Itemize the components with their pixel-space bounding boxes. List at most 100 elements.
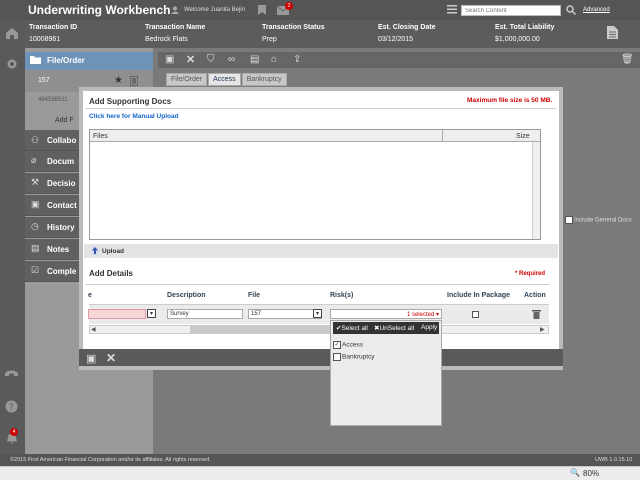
modal-title: Add Supporting Docs — [89, 97, 172, 106]
include-package-column-header: Include In Package — [447, 292, 511, 299]
alert-badge: 4 — [10, 428, 18, 436]
tab-bankruptcy[interactable]: Bankruptcy — [241, 73, 287, 86]
scroll-left-icon[interactable]: ◀ — [91, 326, 96, 333]
risk-option-access-checkbox[interactable]: ✓ — [333, 341, 341, 349]
txn-status-value: Prep — [262, 36, 277, 43]
manual-upload-link[interactable]: Click here for Manual Upload — [89, 113, 179, 120]
risk-dropdown-header: ✔Select all ✖UnSelect all Apply — [333, 322, 439, 334]
chevron-down-icon[interactable]: ▾ — [313, 309, 322, 318]
txn-name-value: Bedrock Flats — [145, 36, 188, 43]
column-divider — [442, 130, 443, 142]
user-icon — [171, 6, 179, 14]
modal-footer — [79, 349, 563, 366]
star-icon[interactable]: ★ — [114, 75, 123, 86]
toolbar-close-icon[interactable]: ✕ — [186, 53, 195, 66]
toolbar-export-icon[interactable]: ⇪ — [293, 54, 301, 65]
chevron-down-icon[interactable]: ▾ — [147, 309, 156, 318]
apply-button[interactable]: Apply — [421, 324, 437, 331]
risks-multiselect[interactable]: 1 selected ▾ — [330, 309, 442, 319]
file-order-header[interactable]: File/Order — [25, 52, 153, 70]
files-scrollbar[interactable] — [532, 142, 540, 239]
search-icon[interactable] — [566, 5, 576, 15]
unselect-all-label: UnSelect all — [379, 325, 415, 332]
add-details-title: Add Details — [89, 269, 134, 278]
doc-small-icon[interactable] — [130, 76, 138, 86]
txn-status-header: Transaction Status — [262, 24, 325, 31]
txn-liability-header: Est. Total Liability — [495, 24, 555, 31]
risk-option-label: Access — [342, 341, 363, 349]
menu-icon[interactable] — [447, 5, 457, 14]
file-column-header: File — [248, 292, 261, 299]
order-number: 157 — [38, 77, 50, 84]
clock-icon: ◷ — [31, 221, 39, 231]
include-general-docs-label: Include General Docs — [574, 217, 632, 224]
file-select[interactable]: 157 — [248, 309, 322, 319]
document-type-select[interactable] — [88, 309, 146, 319]
toolbar-link-icon[interactable]: ∞ — [228, 54, 235, 65]
version-text: UWB 1.0.15.10 — [595, 457, 633, 463]
type-column-header: e — [88, 292, 92, 299]
copyright-text: ©2015 First American Financial Corporati… — [10, 457, 211, 463]
required-note: * Required — [515, 271, 546, 277]
gear-icon[interactable] — [6, 58, 18, 70]
tab-access[interactable]: Access — [208, 73, 241, 86]
app-title: Underwriting Workbench — [28, 3, 171, 17]
size-column-header: Size — [516, 133, 530, 140]
risk-option-bankruptcy[interactable]: Bankruptcy — [333, 353, 375, 361]
browser-status-bar: 80% 🔍 — [0, 466, 640, 480]
notes-icon: ▤ — [31, 243, 40, 253]
risks-column-header: Risk(s) — [330, 292, 354, 299]
unselect-all-button[interactable]: ✖UnSelect all — [374, 324, 414, 332]
risks-selected-text: 1 selected — [406, 312, 435, 318]
help-icon[interactable]: ? — [5, 400, 18, 413]
include-package-checkbox[interactable] — [472, 311, 479, 318]
svg-text:?: ? — [9, 403, 14, 413]
divider — [86, 108, 556, 109]
toolbar-trash-icon[interactable]: 🗑 — [621, 54, 634, 65]
upload-button[interactable]: Upload — [102, 248, 124, 255]
include-general-docs[interactable]: Include General Docs — [565, 216, 632, 224]
gavel-icon: ⚒ — [31, 177, 40, 187]
modal-save-icon[interactable]: ▣ — [86, 352, 96, 365]
toolbar-save-icon[interactable]: ▣ — [165, 54, 174, 65]
collaborate-icon: ⚇ — [31, 135, 40, 145]
contact-card-icon: ▣ — [31, 199, 40, 209]
max-file-size-note: Maximum file size is 50 MB. — [467, 97, 553, 104]
phone-icon[interactable] — [5, 370, 18, 380]
select-all-button[interactable]: ✔Select all — [336, 324, 368, 332]
advanced-search-link[interactable]: Advanced — [583, 7, 610, 13]
risk-option-label: Bankruptcy — [342, 353, 375, 361]
home-icon[interactable] — [6, 28, 18, 39]
global-search-input[interactable] — [461, 5, 561, 16]
paperclip-icon: ⌀ — [31, 155, 37, 165]
add-file-link[interactable]: Add F — [55, 117, 74, 124]
files-column-header: Files — [93, 133, 108, 140]
toolbar-shield-icon[interactable]: ⛉ — [207, 54, 215, 65]
toolbar-home-icon[interactable]: ⌂ — [271, 54, 277, 65]
txn-name-header: Transaction Name — [145, 24, 206, 31]
zoom-icon: 🔍 — [570, 468, 580, 477]
txn-liability-value: $1,000,000.00 — [495, 36, 540, 43]
tab-file-order[interactable]: File/Order — [166, 73, 208, 86]
risk-option-bankruptcy-checkbox[interactable] — [333, 353, 341, 361]
checklist-icon: ☑ — [31, 265, 40, 275]
txn-id-value: 10008961 — [29, 36, 61, 43]
txn-closing-value: 03/12/2015 — [378, 36, 414, 43]
scroll-right-icon[interactable]: ▶ — [540, 326, 545, 333]
zoom-level[interactable]: 80% — [583, 469, 599, 478]
trash-icon[interactable] — [532, 309, 541, 319]
description-column-header: Description — [167, 292, 206, 299]
toolbar-doc-icon[interactable]: ▤ — [250, 54, 259, 65]
folder-icon — [30, 56, 41, 64]
document-icon[interactable] — [607, 26, 618, 39]
divider — [86, 284, 550, 285]
upload-arrow-icon[interactable] — [91, 246, 99, 255]
description-input[interactable]: Survey — [167, 309, 243, 319]
icon-rail — [0, 20, 25, 454]
files-grid-header — [90, 130, 540, 142]
risk-option-access[interactable]: ✓ Access — [333, 341, 363, 349]
bookmark-icon[interactable] — [258, 5, 266, 15]
modal-close-icon[interactable]: ✕ — [106, 351, 116, 365]
include-general-docs-checkbox[interactable] — [565, 216, 573, 224]
sub-order-id: 484598511 — [38, 97, 68, 103]
